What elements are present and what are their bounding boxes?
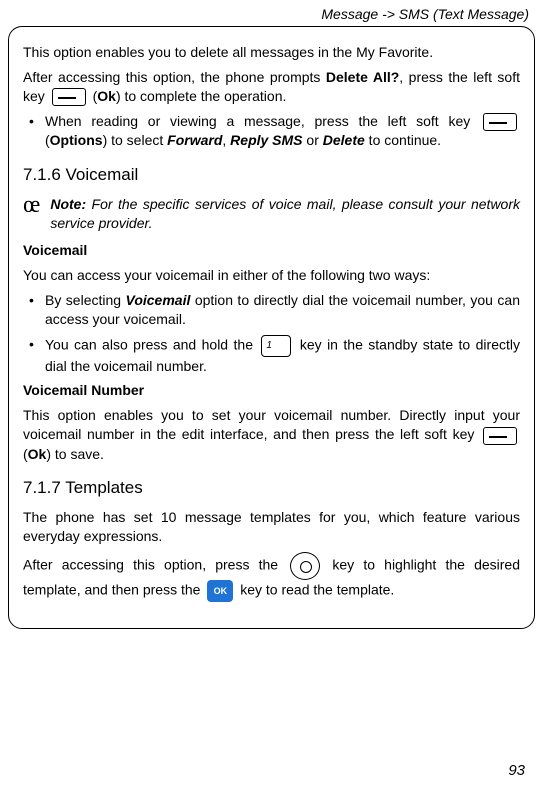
text: to continue. <box>365 132 441 148</box>
navigation-key-icon <box>290 552 320 580</box>
left-soft-key-icon <box>52 88 86 106</box>
text: When reading or viewing a message, press… <box>45 113 480 129</box>
subheading-voicemail-number: Voicemail Number <box>23 381 520 400</box>
paragraph: This option enables you to set your voic… <box>23 406 520 463</box>
ok-key-icon: OK <box>207 580 233 602</box>
options-label: Options <box>50 132 103 148</box>
text: For the specific services of voice mail,… <box>50 196 520 231</box>
text: After accessing this option, the phone p… <box>23 69 326 85</box>
ok-label: Ok <box>28 446 47 462</box>
bullet-list: By selecting Voicemail option to directl… <box>23 291 520 376</box>
paragraph: The phone has set 10 message templates f… <box>23 508 520 546</box>
subheading-voicemail: Voicemail <box>23 241 520 260</box>
paragraph: After accessing this option, the phone p… <box>23 68 520 106</box>
text: or <box>303 132 323 148</box>
list-item: You can also press and hold the key in t… <box>23 335 520 376</box>
ok-label: Ok <box>97 88 116 104</box>
prompt-label: Delete All? <box>326 69 399 85</box>
text: This option enables you to set your voic… <box>23 407 520 442</box>
note-text: Note: For the specific services of voice… <box>50 195 520 233</box>
forward-label: Forward <box>167 132 222 148</box>
text: ) to select <box>103 132 168 148</box>
text: ) to complete the operation. <box>116 88 286 104</box>
bullet-list: When reading or viewing a message, press… <box>23 112 520 150</box>
note-block: œ Note: For the specific services of voi… <box>23 195 520 233</box>
text: You can also press and hold the <box>45 336 258 352</box>
paragraph: This option enables you to delete all me… <box>23 43 520 62</box>
reply-sms-label: Reply SMS <box>230 132 302 148</box>
left-soft-key-icon <box>483 427 517 445</box>
delete-label: Delete <box>323 132 365 148</box>
list-item: When reading or viewing a message, press… <box>23 112 520 150</box>
text: After accessing this option, press the <box>23 557 287 573</box>
left-soft-key-icon <box>483 113 517 131</box>
one-key-icon <box>261 335 291 357</box>
list-item: By selecting Voicemail option to directl… <box>23 291 520 329</box>
voicemail-option-label: Voicemail <box>126 292 191 308</box>
text: ( <box>89 88 98 104</box>
text: key to read the template. <box>236 582 394 598</box>
section-heading-voicemail: 7.1.6 Voicemail <box>23 164 520 187</box>
note-icon: œ <box>23 193 40 217</box>
paragraph: After accessing this option, press the k… <box>23 552 520 602</box>
paragraph: You can access your voicemail in either … <box>23 266 520 285</box>
page-header: Message -> SMS (Text Message) <box>0 0 543 26</box>
content-frame: This option enables you to delete all me… <box>8 26 535 629</box>
section-heading-templates: 7.1.7 Templates <box>23 477 520 500</box>
page-number: 93 <box>508 762 525 779</box>
text: ) to save. <box>46 446 104 462</box>
note-label: Note: <box>50 196 86 212</box>
text: , <box>222 132 230 148</box>
text: By selecting <box>45 292 126 308</box>
